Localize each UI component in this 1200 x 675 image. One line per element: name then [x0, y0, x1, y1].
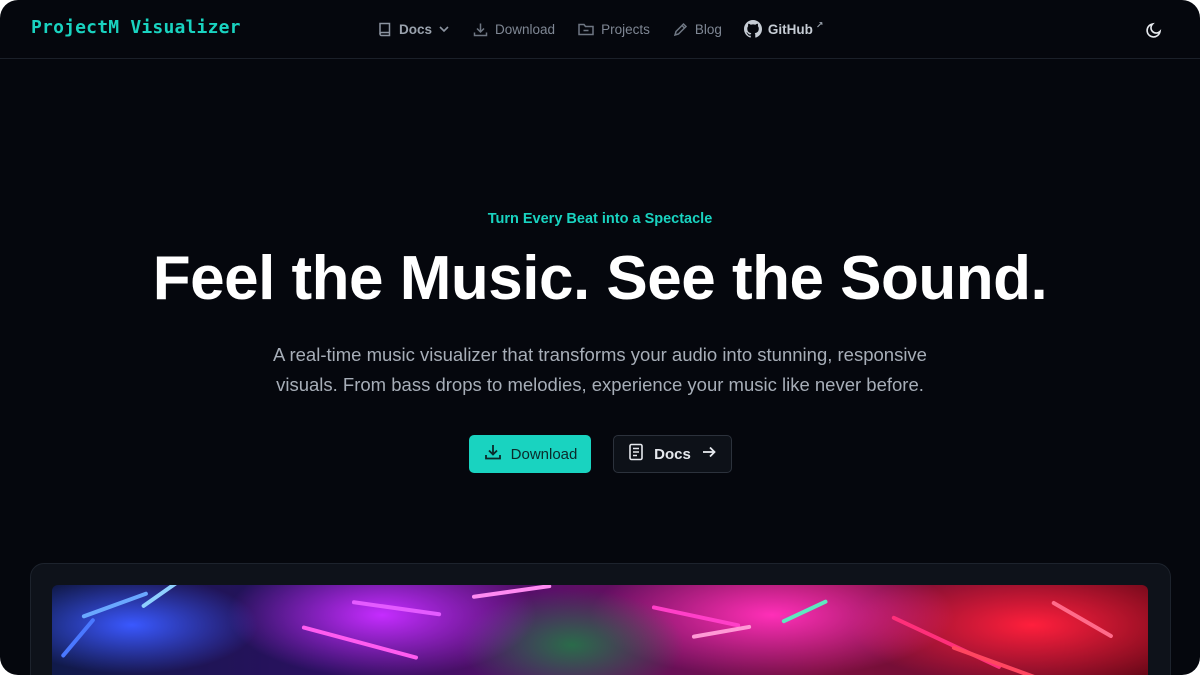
hero-subtitle: A real-time music visualizer that transf… [273, 344, 927, 395]
brand-logo[interactable]: ProjectM Visualizer [31, 17, 241, 38]
download-icon [472, 21, 489, 38]
docs-button-label: Docs [654, 445, 691, 463]
main-menu: Docs Download Projects Blog GitHub ↗ [377, 18, 845, 40]
top-navbar: ProjectM Visualizer Docs Download Projec… [0, 0, 1200, 59]
light-streak [651, 605, 741, 628]
light-streak [471, 585, 552, 599]
chevron-down-icon [438, 23, 450, 35]
nav-item-download-label: Download [495, 21, 556, 37]
hero-tagline: Turn Every Beat into a Spectacle [487, 211, 713, 227]
pencil-icon [672, 21, 689, 38]
page: ProjectM Visualizer Docs Download Projec… [0, 0, 1200, 675]
light-streak [60, 617, 96, 659]
light-streak [951, 645, 1047, 675]
download-button[interactable]: Download [469, 435, 591, 473]
nav-item-blog-label: Blog [694, 21, 722, 37]
light-streak [1051, 600, 1114, 639]
download-button-label: Download [510, 445, 578, 463]
moon-icon [1144, 22, 1164, 44]
nav-item-download[interactable]: Download [472, 18, 555, 40]
light-streak [691, 624, 752, 639]
hero-headline: Feel the Music. See the Sound. [152, 244, 1048, 313]
docs-button[interactable]: Docs [613, 435, 732, 473]
nav-item-github-label: GitHub [767, 21, 813, 37]
download-icon [483, 442, 503, 466]
arrow-right-icon [700, 443, 718, 465]
nav-item-projects[interactable]: Projects [577, 18, 650, 40]
light-streak [781, 599, 829, 624]
light-streak [81, 591, 149, 619]
light-streak [351, 600, 442, 617]
nav-item-docs-label: Docs [399, 21, 433, 37]
github-icon [743, 20, 762, 38]
nav-item-blog[interactable]: Blog [672, 18, 722, 40]
nav-item-github[interactable]: GitHub ↗ [743, 18, 824, 40]
light-streak [301, 625, 419, 660]
folder-icon [577, 21, 595, 37]
external-link-icon: ↗ [815, 19, 824, 30]
nav-item-projects-label: Projects [601, 21, 650, 37]
light-streak [140, 585, 193, 609]
theme-toggle-button[interactable] [1144, 20, 1164, 40]
visualizer-preview-image [52, 585, 1148, 675]
book-icon [377, 21, 393, 38]
document-icon [627, 442, 645, 466]
nav-item-docs[interactable]: Docs [377, 18, 450, 40]
